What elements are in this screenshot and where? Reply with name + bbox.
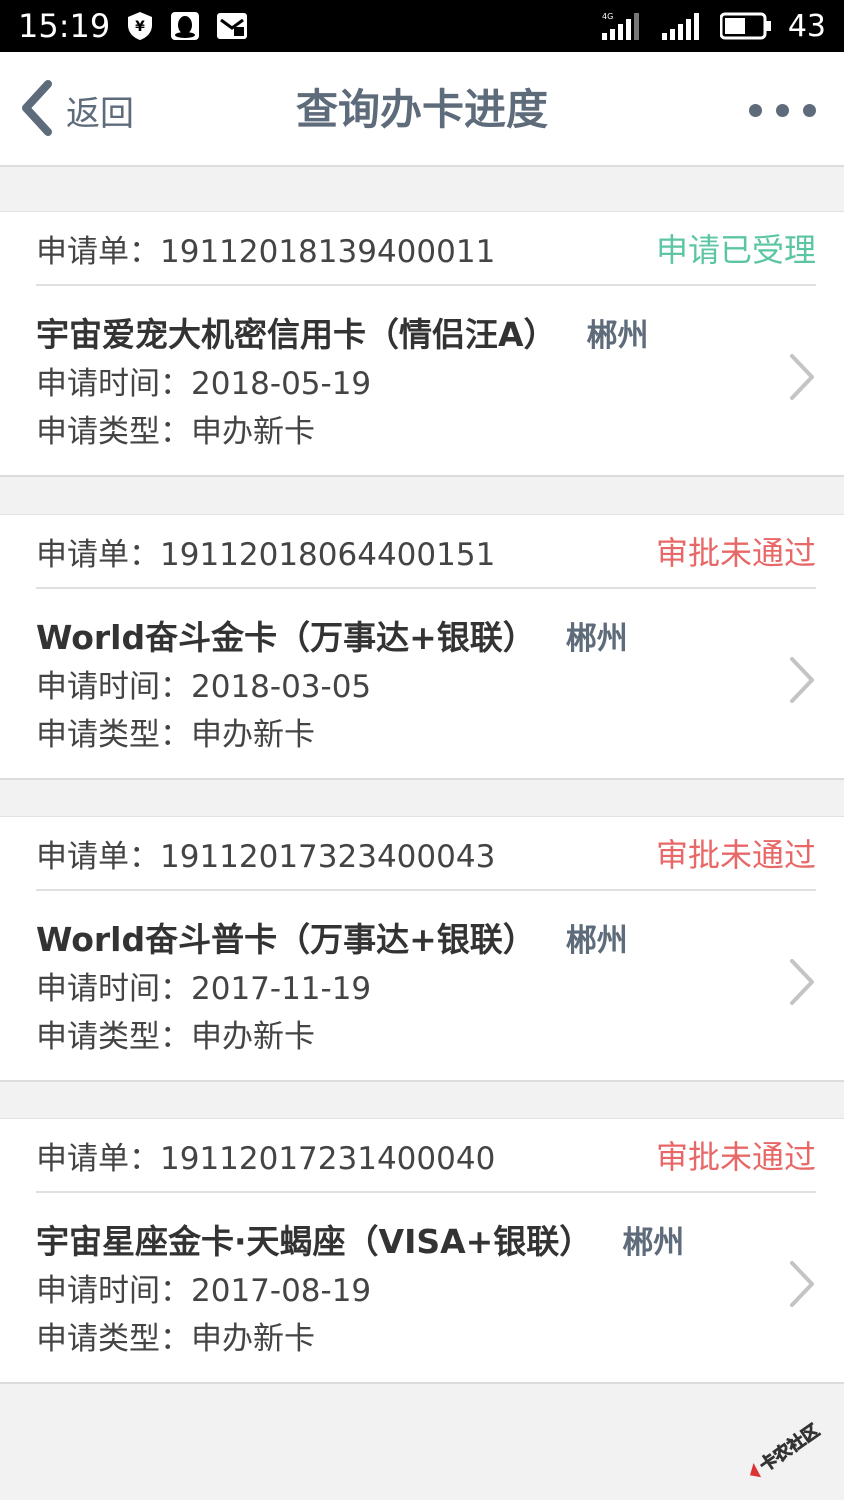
application-type: 申请类型：申办新卡 <box>36 1019 315 1055</box>
status-badge: 审批未通过 <box>655 534 816 572</box>
mail-icon <box>216 12 248 40</box>
battery-level: 43 <box>787 8 826 44</box>
qq-icon <box>170 11 200 41</box>
more-dot-icon <box>776 103 789 117</box>
status-bar-left: 15:19 ¥ <box>18 7 248 45</box>
more-dot-icon <box>749 103 762 117</box>
card-name-row: World奋斗金卡（万事达+银联） 郴州 <box>36 611 628 661</box>
signal-4g-icon: 4G <box>600 11 644 41</box>
svg-text:4G: 4G <box>602 12 613 21</box>
svg-text:¥: ¥ <box>135 19 145 35</box>
card-name-row: World奋斗普卡（万事达+银联） 郴州 <box>36 913 628 963</box>
back-label: 返回 <box>66 93 134 134</box>
card-name-row: 宇宙爱宠大机密信用卡（情侣汪A） 郴州 <box>36 308 649 358</box>
application-time: 申请时间：2018-03-05 <box>36 669 372 705</box>
status-bar-right: 4G 43 <box>600 9 826 44</box>
battery-icon <box>719 12 772 40</box>
order-number: 申请单：19112017231400040 <box>36 1140 496 1177</box>
signal-icon <box>660 11 704 41</box>
application-card: 申请单：19112018064400151 审批未通过 World奋斗金卡（万事… <box>0 514 844 780</box>
application-card: 申请单：19112017323400043 审批未通过 World奋斗普卡（万事… <box>0 816 844 1082</box>
application-card: 申请单：19112018139400011 申请已受理 宇宙爱宠大机密信用卡（情… <box>0 211 844 477</box>
watermark-logo: 卡农社区 <box>736 1420 836 1480</box>
more-dot-icon <box>803 103 816 117</box>
card-detail-link[interactable]: 宇宙爱宠大机密信用卡（情侣汪A） 郴州 申请时间：2018-05-19 申请类型… <box>36 286 816 475</box>
card-detail-link[interactable]: World奋斗金卡（万事达+银联） 郴州 申请时间：2018-03-05 申请类… <box>36 589 816 778</box>
card-city: 郴州 <box>565 621 628 657</box>
more-button[interactable] <box>749 92 816 128</box>
card-name: 宇宙星座金卡·天蝎座（VISA+银联） <box>36 1222 593 1261</box>
card-header: 申请单：19112017323400043 审批未通过 <box>36 817 816 891</box>
card-city: 郴州 <box>565 923 628 959</box>
card-detail-link[interactable]: World奋斗普卡（万事达+银联） 郴州 申请时间：2017-11-19 申请类… <box>36 891 816 1080</box>
nav-bar: 返回 查询办卡进度 <box>0 52 844 167</box>
status-badge: 审批未通过 <box>655 836 816 874</box>
yen-shield-icon: ¥ <box>126 11 154 41</box>
application-time: 申请时间：2017-08-19 <box>36 1273 372 1309</box>
status-badge: 审批未通过 <box>655 1138 816 1176</box>
back-button[interactable]: 返回 <box>18 80 134 140</box>
chevron-right-icon <box>786 1259 816 1309</box>
card-header: 申请单：19112018139400011 申请已受理 <box>36 212 816 286</box>
status-time: 15:19 <box>18 7 111 45</box>
card-detail-link[interactable]: 宇宙星座金卡·天蝎座（VISA+银联） 郴州 申请时间：2017-08-19 申… <box>36 1193 816 1382</box>
card-name: World奋斗金卡（万事达+银联） <box>36 618 536 657</box>
card-city: 郴州 <box>586 318 649 354</box>
card-header: 申请单：19112018064400151 审批未通过 <box>36 515 816 589</box>
status-bar: 15:19 ¥ 4G 43 <box>0 0 844 52</box>
application-card: 申请单：19112017231400040 审批未通过 宇宙星座金卡·天蝎座（V… <box>0 1118 844 1384</box>
card-name: 宇宙爱宠大机密信用卡（情侣汪A） <box>36 315 557 354</box>
order-number: 申请单：19112018139400011 <box>36 233 496 270</box>
card-header: 申请单：19112017231400040 审批未通过 <box>36 1119 816 1193</box>
application-time: 申请时间：2017-11-19 <box>36 971 372 1007</box>
application-type: 申请类型：申办新卡 <box>36 414 315 450</box>
chevron-right-icon <box>786 957 816 1007</box>
watermark-text: 卡农社区 <box>756 1420 824 1476</box>
chevron-left-icon <box>18 80 54 140</box>
order-number: 申请单：19112017323400043 <box>36 838 496 875</box>
status-badge: 申请已受理 <box>655 231 816 269</box>
order-number: 申请单：19112018064400151 <box>36 536 496 573</box>
chevron-right-icon <box>786 352 816 402</box>
chevron-right-icon <box>786 655 816 705</box>
card-city: 郴州 <box>622 1225 685 1261</box>
application-time: 申请时间：2018-05-19 <box>36 366 372 402</box>
card-name: World奋斗普卡（万事达+银联） <box>36 920 536 959</box>
application-type: 申请类型：申办新卡 <box>36 1321 315 1357</box>
application-type: 申请类型：申办新卡 <box>36 717 315 753</box>
card-name-row: 宇宙星座金卡·天蝎座（VISA+银联） 郴州 <box>36 1215 684 1265</box>
